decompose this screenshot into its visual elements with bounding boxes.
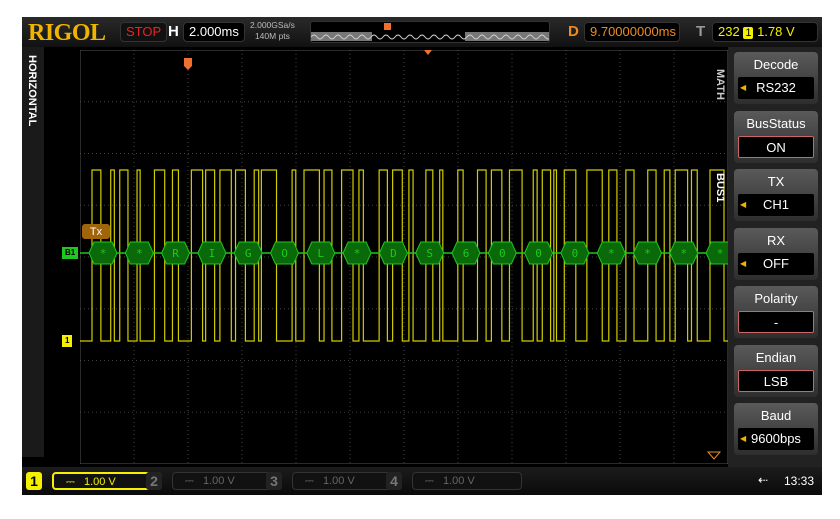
menu-item-title: Decode <box>753 57 799 72</box>
menu-item-value: 9600bps <box>738 428 814 450</box>
decode-value: 0 <box>535 247 542 260</box>
decode-value: 0 <box>572 247 579 260</box>
waveform-display[interactable]: * * R I G O L * D S 6 0 0 0 * * * * Tx <box>80 50 728 464</box>
memory-depth: 140M pts <box>254 31 290 41</box>
decode-value: D <box>390 247 397 260</box>
decode-value: G <box>245 247 252 260</box>
trigger-label: T <box>696 23 706 40</box>
menu-item-endian[interactable]: Endian LSB <box>734 344 818 397</box>
waveform-overview[interactable] <box>310 21 552 43</box>
menu-item-value: - <box>738 311 814 333</box>
menu-item-decode[interactable]: Decode RS232 <box>734 52 818 104</box>
decode-value: * <box>717 247 724 260</box>
bus-name: Tx <box>90 226 103 238</box>
channel-4-scale[interactable]: ⎓ 1.00 V <box>412 472 522 490</box>
menu-item-value: RS232 <box>738 77 814 99</box>
trigger-level-marker <box>706 451 722 460</box>
scale-value: 1.00 V <box>83 476 116 488</box>
decode-value: S <box>426 247 433 260</box>
sample-rate: 2.000GSa/s <box>250 20 295 30</box>
menu-item-value: LSB <box>738 369 814 392</box>
menu-item-title: Polarity <box>754 291 798 306</box>
decode-value: * <box>354 247 361 260</box>
menu-item-polarity[interactable]: Polarity - <box>734 286 818 338</box>
menu-item-value: CH1 <box>738 194 814 216</box>
usb-icon: ⇠ <box>758 473 769 487</box>
channel-1-button[interactable]: 1 <box>26 472 42 490</box>
horizontal-label: H <box>168 23 179 40</box>
menu-item-title: RX <box>766 232 786 248</box>
decode-value: R <box>172 247 179 260</box>
menu-item-title: TX <box>767 174 785 189</box>
dc-coupling-icon: ⎓ <box>305 475 314 487</box>
decode-value: 6 <box>463 247 470 260</box>
scale-value: 1.00 V <box>442 475 475 487</box>
status-bar: RIGOL STOP H 2.000ms 2.000GSa/s 140M pts … <box>22 17 822 47</box>
rigol-logo: RIGOL <box>28 20 106 46</box>
timebase[interactable]: 2.000ms <box>183 22 245 42</box>
trigger-position-marker <box>184 58 192 70</box>
trigger-count: 232 <box>718 24 740 39</box>
menu-item-tx[interactable]: TX CH1 <box>734 169 818 221</box>
horizontal-panel[interactable]: HORIZONTAL <box>22 47 44 457</box>
decode-value: 0 <box>499 247 506 260</box>
decode-value: * <box>136 247 143 260</box>
decode-value: * <box>680 247 687 260</box>
dc-coupling-icon: ⎓ <box>185 475 194 487</box>
clock: 13:33 <box>784 474 815 488</box>
tab-bus1[interactable]: BUS1 <box>714 173 726 202</box>
channel-bar: 1 ⎓ 1.00 V 2 ⎓ 1.00 V 3 ⎓ 1.00 V 4 ⎓ 1.00 V ⇠ 1… <box>22 467 822 495</box>
channel-4-button[interactable]: 4 <box>386 472 402 490</box>
menu-item-baud[interactable]: Baud 9600bps <box>734 403 818 455</box>
trigger-position-marker <box>384 23 391 30</box>
decode-value: O <box>281 247 288 260</box>
decode-value: * <box>644 247 651 260</box>
horizontal-title: HORIZONTAL <box>26 55 38 127</box>
decode-value: I <box>209 247 216 260</box>
scale-value: 1.00 V <box>322 475 355 487</box>
menu-item-title: Baud <box>760 408 792 423</box>
dc-coupling-icon: ⎓ <box>425 475 434 487</box>
delay-value[interactable]: 9.70000000ms <box>584 22 680 42</box>
run-state[interactable]: STOP <box>120 22 168 42</box>
decode-value: * <box>100 247 107 260</box>
menu-item-busstatus[interactable]: BusStatus ON <box>734 110 818 163</box>
dc-coupling-icon: ⎓ <box>66 476 75 488</box>
trigger-info[interactable]: 232 1 1.78 V <box>712 22 818 42</box>
oscilloscope-screen: RIGOL STOP H 2.000ms 2.000GSa/s 140M pts … <box>22 17 822 495</box>
menu-item-value: ON <box>738 135 814 158</box>
bus-marker[interactable]: B1 <box>62 247 79 259</box>
decode-value: * <box>608 247 615 260</box>
delay-marker <box>424 50 432 55</box>
channel-3-button[interactable]: 3 <box>266 472 282 490</box>
menu-item-title: BusStatus <box>746 115 806 131</box>
ch1-marker[interactable]: 1 <box>62 335 73 347</box>
menu-item-value: OFF <box>738 252 814 275</box>
trigger-level: 1.78 V <box>757 24 795 39</box>
decode-menu: MATH BUS1 Decode RS232 BusStatus ON TX CH1 RX O… <box>714 47 822 467</box>
tab-math[interactable]: MATH <box>714 69 726 100</box>
menu-item-rx[interactable]: RX OFF <box>734 227 818 280</box>
decode-value: L <box>317 247 324 260</box>
menu-item-title: Endian <box>755 349 797 365</box>
acquisition-info: 2.000GSa/s 140M pts <box>250 20 295 42</box>
scale-value: 1.00 V <box>202 475 235 487</box>
trigger-source: 1 <box>743 27 754 39</box>
delay-label: D <box>568 23 579 40</box>
channel-2-button[interactable]: 2 <box>146 472 162 490</box>
